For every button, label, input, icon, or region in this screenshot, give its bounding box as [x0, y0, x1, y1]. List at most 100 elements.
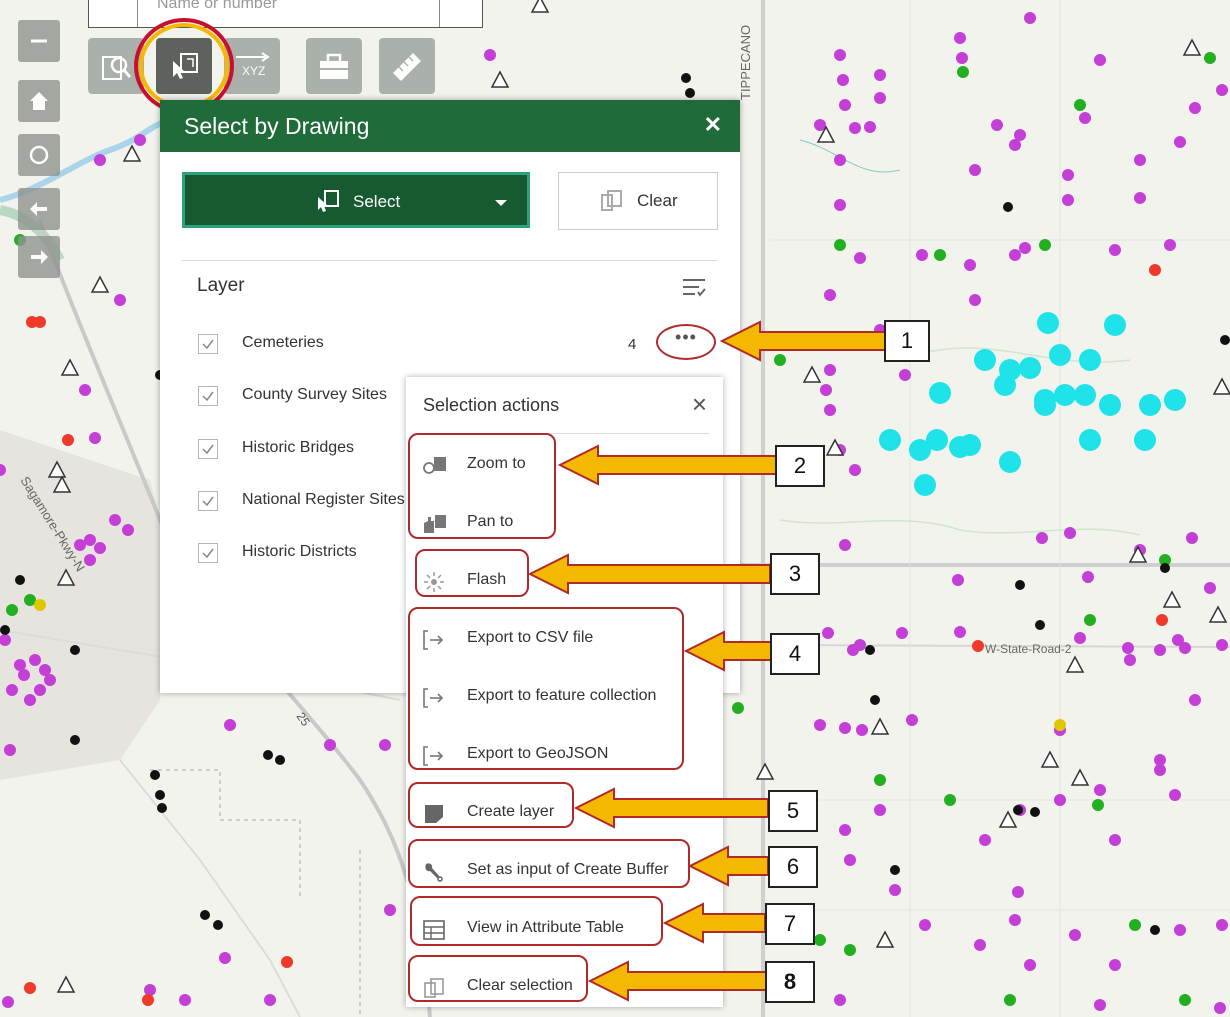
map-point-marker[interactable]: [1154, 644, 1166, 656]
map-point-marker[interactable]: [34, 684, 46, 696]
map-point-marker[interactable]: [999, 451, 1021, 473]
map-point-marker[interactable]: [74, 539, 86, 551]
map-point-marker[interactable]: [324, 739, 336, 751]
map-point-marker[interactable]: [1049, 344, 1071, 366]
map-point-marker[interactable]: [142, 994, 154, 1006]
map-point-marker[interactable]: [70, 735, 80, 745]
map-point-marker[interactable]: [6, 604, 18, 616]
map-point-marker[interactable]: [1079, 429, 1101, 451]
zoom-out-button[interactable]: [18, 20, 60, 62]
map-point-marker[interactable]: [84, 554, 96, 566]
map-point-marker[interactable]: [134, 134, 146, 146]
map-point-marker[interactable]: [1030, 807, 1040, 817]
map-point-marker[interactable]: [820, 384, 832, 396]
map-point-marker[interactable]: [275, 755, 285, 765]
map-point-marker[interactable]: [1054, 719, 1066, 731]
map-point-marker[interactable]: [0, 625, 10, 635]
map-point-marker[interactable]: [200, 910, 210, 920]
map-point-marker[interactable]: [1099, 394, 1121, 416]
map-point-marker[interactable]: [6, 684, 18, 696]
map-point-marker[interactable]: [44, 674, 56, 686]
map-point-marker[interactable]: [1074, 99, 1086, 111]
map-point-marker[interactable]: [1164, 389, 1186, 411]
map-point-marker[interactable]: [979, 834, 991, 846]
map-point-marker[interactable]: [1019, 242, 1031, 254]
map-point-marker[interactable]: [1189, 102, 1201, 114]
map-point-marker[interactable]: [824, 404, 836, 416]
map-point-marker[interactable]: [122, 524, 134, 536]
previous-extent-button[interactable]: [18, 188, 60, 230]
next-extent-button[interactable]: [18, 236, 60, 278]
map-point-marker[interactable]: [1092, 799, 1104, 811]
filter-list-icon[interactable]: [681, 275, 707, 299]
map-point-marker[interactable]: [834, 199, 846, 211]
map-point-marker[interactable]: [1216, 84, 1228, 96]
map-point-marker[interactable]: [889, 884, 901, 896]
map-point-marker[interactable]: [1094, 54, 1106, 66]
map-point-marker[interactable]: [1009, 914, 1021, 926]
map-point-marker[interactable]: [1169, 789, 1181, 801]
map-point-marker[interactable]: [15, 575, 25, 585]
map-point-marker[interactable]: [1164, 239, 1176, 251]
map-point-marker[interactable]: [94, 154, 106, 166]
checkbox[interactable]: [198, 543, 218, 563]
map-point-marker[interactable]: [1037, 312, 1059, 334]
map-point-marker[interactable]: [969, 164, 981, 176]
map-point-marker[interactable]: [814, 719, 826, 731]
map-point-marker[interactable]: [1034, 394, 1056, 416]
map-point-marker[interactable]: [1019, 357, 1041, 379]
map-point-marker[interactable]: [224, 719, 236, 731]
map-point-marker[interactable]: [834, 239, 846, 251]
map-point-marker[interactable]: [839, 539, 851, 551]
map-point-marker[interactable]: [1104, 314, 1126, 336]
map-point-marker[interactable]: [969, 294, 981, 306]
map-point-marker[interactable]: [844, 854, 856, 866]
map-point-marker[interactable]: [1150, 925, 1160, 935]
map-point-marker[interactable]: [89, 432, 101, 444]
map-point-marker[interactable]: [1036, 532, 1048, 544]
map-point-marker[interactable]: [263, 750, 273, 760]
map-point-marker[interactable]: [1074, 632, 1086, 644]
map-point-marker[interactable]: [1094, 999, 1106, 1011]
map-point-marker[interactable]: [834, 154, 846, 166]
map-point-marker[interactable]: [824, 364, 836, 376]
home-button[interactable]: [18, 80, 60, 122]
map-point-marker[interactable]: [685, 88, 695, 98]
map-point-marker[interactable]: [1189, 694, 1201, 706]
map-point-marker[interactable]: [62, 434, 74, 446]
map-point-marker[interactable]: [109, 514, 121, 526]
map-point-marker[interactable]: [1015, 580, 1025, 590]
map-point-marker[interactable]: [1094, 784, 1106, 796]
map-point-marker[interactable]: [155, 790, 165, 800]
map-point-marker[interactable]: [952, 574, 964, 586]
map-point-marker[interactable]: [70, 645, 80, 655]
map-point-marker[interactable]: [1024, 12, 1036, 24]
map-point-marker[interactable]: [874, 774, 886, 786]
map-point-marker[interactable]: [1035, 620, 1045, 630]
map-point-marker[interactable]: [379, 739, 391, 751]
map-point-marker[interactable]: [914, 474, 936, 496]
map-point-marker[interactable]: [864, 121, 876, 133]
map-point-marker[interactable]: [929, 382, 951, 404]
map-point-marker[interactable]: [150, 770, 160, 780]
map-point-marker[interactable]: [1179, 642, 1191, 654]
map-point-marker[interactable]: [890, 865, 900, 875]
map-point-marker[interactable]: [926, 429, 948, 451]
map-point-marker[interactable]: [1054, 794, 1066, 806]
measure-tool[interactable]: [379, 38, 435, 94]
map-point-marker[interactable]: [1160, 563, 1170, 573]
map-point-marker[interactable]: [157, 803, 167, 813]
map-point-marker[interactable]: [1012, 886, 1024, 898]
map-point-marker[interactable]: [24, 982, 36, 994]
map-point-marker[interactable]: [1216, 919, 1228, 931]
map-point-marker[interactable]: [732, 702, 744, 714]
checkbox[interactable]: [198, 439, 218, 459]
map-point-marker[interactable]: [281, 956, 293, 968]
map-point-marker[interactable]: [944, 794, 956, 806]
map-point-marker[interactable]: [839, 99, 851, 111]
map-point-marker[interactable]: [1109, 244, 1121, 256]
map-point-marker[interactable]: [1134, 154, 1146, 166]
search-input[interactable]: Name or number: [157, 0, 277, 13]
map-point-marker[interactable]: [1079, 112, 1091, 124]
map-point-marker[interactable]: [834, 49, 846, 61]
